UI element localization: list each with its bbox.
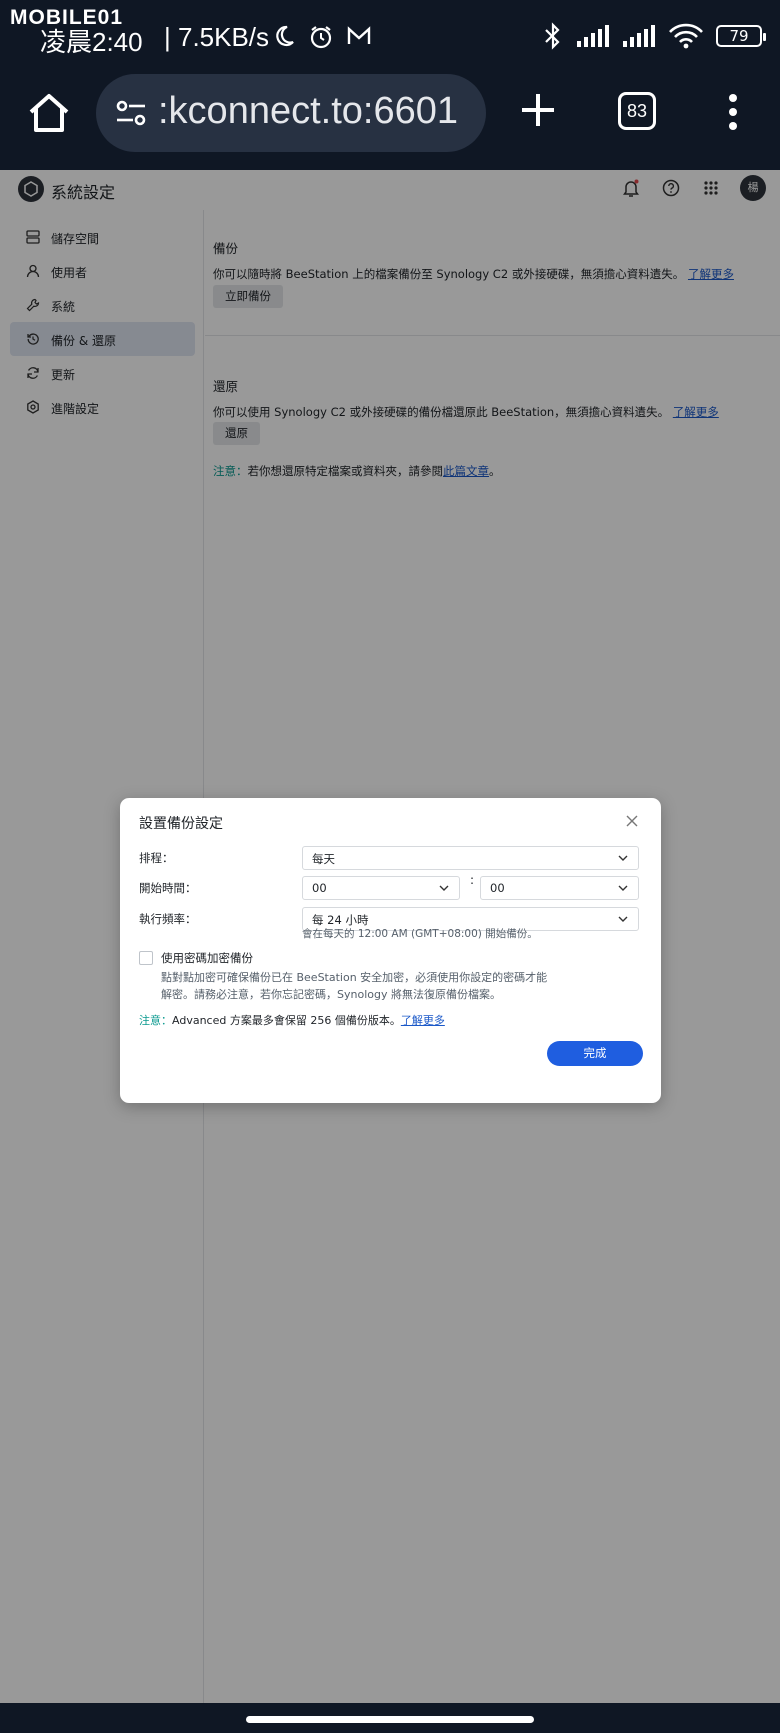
encrypt-description: 點對點加密可確保備份已在 BeeStation 安全加密，必須使用你設定的密碼才… [161, 971, 548, 1001]
more-menu-icon[interactable] [724, 92, 742, 132]
backup-settings-dialog: 設置備份設定 排程： 每天 開始時間： 00 : 00 執行頻率： 每 24 小… [120, 798, 661, 1103]
schedule-select[interactable]: 每天 [302, 846, 639, 870]
system-nav-bar [0, 1703, 780, 1733]
home-icon[interactable] [26, 90, 72, 136]
status-icons-right: 79 [542, 22, 766, 50]
chevron-down-icon [439, 885, 449, 891]
schedule-label: 排程： [139, 851, 174, 865]
close-icon[interactable] [625, 814, 639, 828]
browser-toolbar: :kconnect.to:6601 83 [0, 70, 780, 170]
status-bar: MOBILE01 凌晨2:40 | 7.5KB/s 79 [0, 0, 780, 70]
done-button[interactable]: 完成 [547, 1041, 643, 1066]
wifi-icon [669, 23, 703, 49]
start-time-label: 開始時間： [139, 881, 197, 895]
signal-icon-2 [623, 25, 655, 47]
schedule-value: 每天 [312, 852, 335, 866]
chevron-down-icon [618, 885, 628, 891]
status-icons-left [272, 24, 372, 50]
url-text: :kconnect.to:6601 [158, 90, 458, 132]
site-settings-icon[interactable] [114, 96, 148, 130]
start-hour-value: 00 [312, 881, 327, 895]
address-bar[interactable]: :kconnect.to:6601 [96, 74, 486, 152]
dialog-note: 注意：Advanced 方案最多會保留 256 個備份版本。了解更多 [139, 1012, 445, 1028]
alarm-icon [310, 26, 332, 49]
network-speed: | 7.5KB/s [164, 22, 270, 52]
gesture-handle[interactable] [246, 1716, 534, 1723]
mail-icon [347, 26, 371, 44]
note-label: 注意： [139, 1014, 172, 1027]
dialog-title: 設置備份設定 [139, 816, 223, 832]
encrypt-label[interactable]: 使用密碼加密備份 [161, 950, 253, 966]
new-tab-icon[interactable] [518, 90, 558, 130]
start-minute-value: 00 [490, 881, 505, 895]
chevron-down-icon [618, 855, 628, 861]
tab-switcher-button[interactable]: 83 [618, 92, 656, 130]
bluetooth-icon [545, 22, 560, 50]
start-hour-select[interactable]: 00 [302, 876, 460, 900]
clock: 凌晨2:40 [40, 27, 143, 57]
learn-more-link[interactable]: 了解更多 [401, 1014, 445, 1027]
frequency-label: 執行頻率： [139, 912, 197, 926]
battery-indicator: 79 [716, 25, 766, 47]
time-separator: : [470, 873, 475, 887]
chevron-down-icon [618, 916, 628, 922]
start-minute-select[interactable]: 00 [480, 876, 639, 900]
moon-icon [276, 25, 294, 47]
encrypt-checkbox[interactable] [139, 951, 153, 965]
note-text: Advanced 方案最多會保留 256 個備份版本。 [172, 1014, 401, 1027]
schedule-hint: 會在每天的 12:00 AM (GMT+08:00) 開始備份。 [302, 928, 538, 940]
signal-icon [577, 25, 609, 47]
